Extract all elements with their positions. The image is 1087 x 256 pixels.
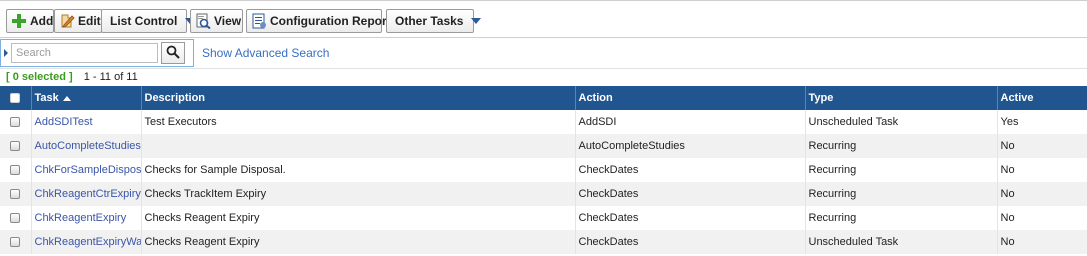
select-all-checkbox[interactable] bbox=[10, 93, 21, 104]
description-cell: Checks TrackItem Expiry bbox=[141, 182, 576, 206]
task-cell: ChkReagentCtrExpiry bbox=[31, 182, 142, 206]
list-control-dropdown[interactable]: List Control bbox=[101, 9, 196, 33]
description-cell: Checks Reagent Expiry bbox=[141, 206, 576, 230]
column-header-active[interactable]: Active bbox=[997, 86, 1087, 110]
active-cell: No bbox=[997, 230, 1087, 254]
task-link[interactable]: ChkReagentExpiry bbox=[35, 212, 127, 224]
row-checkbox[interactable] bbox=[10, 237, 21, 248]
description-cell: Checks for Sample Disposal. bbox=[141, 158, 576, 182]
action-cell: CheckDates bbox=[575, 182, 806, 206]
task-cell: ChkReagentExpiry bbox=[31, 206, 142, 230]
task-cell: AutoCompleteStudies bbox=[31, 134, 142, 158]
search-panel bbox=[0, 39, 194, 67]
other-tasks-label: Other Tasks bbox=[395, 14, 464, 28]
search-button[interactable] bbox=[161, 42, 185, 64]
row-checkbox-cell bbox=[0, 134, 32, 158]
row-checkbox-cell bbox=[0, 182, 32, 206]
edit-icon bbox=[59, 13, 75, 29]
column-header-description[interactable]: Description bbox=[141, 86, 576, 110]
table-header-row: Task Description Action Type Active bbox=[0, 86, 1087, 110]
active-cell: No bbox=[997, 134, 1087, 158]
row-checkbox[interactable] bbox=[10, 117, 21, 128]
task-cell: ChkReagentExpiryWarn bbox=[31, 230, 142, 254]
column-header-action-label: Action bbox=[578, 92, 613, 104]
column-header-type-label: Type bbox=[808, 92, 834, 104]
type-cell: Unscheduled Task bbox=[805, 230, 998, 254]
description-cell: Checks Reagent Expiry bbox=[141, 230, 576, 254]
task-link[interactable]: ChkReagentCtrExpiry bbox=[35, 188, 141, 200]
edit-label: Edit bbox=[78, 14, 101, 28]
action-cell: CheckDates bbox=[575, 158, 806, 182]
row-checkbox[interactable] bbox=[10, 213, 21, 224]
active-cell: No bbox=[997, 158, 1087, 182]
action-cell: CheckDates bbox=[575, 206, 806, 230]
chevron-down-icon bbox=[471, 18, 482, 24]
table-row[interactable]: ChkReagentCtrExpiry Checks TrackItem Exp… bbox=[0, 182, 1087, 206]
column-header-task[interactable]: Task bbox=[31, 86, 142, 110]
other-tasks-dropdown[interactable]: Other Tasks bbox=[386, 9, 482, 33]
table-row[interactable]: AutoCompleteStudies AutoCompleteStudies … bbox=[0, 134, 1087, 158]
column-header-description-label: Description bbox=[144, 92, 206, 104]
tasks-table: Task Description Action Type Active AddS… bbox=[0, 86, 1087, 254]
configuration-report-button[interactable]: Configuration Report bbox=[246, 9, 391, 33]
row-checkbox-cell bbox=[0, 206, 32, 230]
table-row[interactable]: AddSDITest Test Executors AddSDI Unsched… bbox=[0, 110, 1087, 134]
expand-arrow-icon[interactable] bbox=[4, 49, 8, 57]
edit-button[interactable]: Edit bbox=[54, 9, 102, 33]
row-checkbox[interactable] bbox=[10, 189, 21, 200]
task-cell: ChkForSampleDisposal bbox=[31, 158, 142, 182]
row-checkbox-cell bbox=[0, 110, 32, 134]
column-header-action[interactable]: Action bbox=[575, 86, 806, 110]
task-link[interactable]: AutoCompleteStudies bbox=[35, 140, 141, 152]
select-all-checkbox-cell[interactable] bbox=[0, 86, 32, 110]
report-icon bbox=[251, 13, 267, 29]
active-cell: Yes bbox=[997, 110, 1087, 134]
task-link[interactable]: ChkReagentExpiryWarn bbox=[35, 236, 141, 248]
sort-ascending-icon bbox=[62, 95, 71, 101]
search-input[interactable] bbox=[11, 43, 158, 63]
action-cell: AutoCompleteStudies bbox=[575, 134, 806, 158]
table-row[interactable]: ChkReagentExpiryWarn Checks Reagent Expi… bbox=[0, 230, 1087, 254]
row-checkbox-cell bbox=[0, 158, 32, 182]
action-cell: AddSDI bbox=[575, 110, 806, 134]
row-checkbox[interactable] bbox=[10, 165, 21, 176]
type-cell: Recurring bbox=[805, 206, 998, 230]
type-cell: Recurring bbox=[805, 182, 998, 206]
view-icon bbox=[195, 13, 211, 30]
column-header-active-label: Active bbox=[1000, 92, 1034, 104]
add-button[interactable]: Add bbox=[6, 9, 54, 33]
toolbar: Add Edit List Control View Configuration… bbox=[0, 0, 1087, 38]
type-cell: Unscheduled Task bbox=[805, 110, 998, 134]
search-bar: Show Advanced Search bbox=[0, 38, 1087, 69]
row-checkbox[interactable] bbox=[10, 141, 21, 152]
selection-status: [ 0 selected ] 1 - 11 of 11 bbox=[6, 71, 138, 85]
show-advanced-search-link[interactable]: Show Advanced Search bbox=[202, 46, 329, 60]
column-header-type[interactable]: Type bbox=[805, 86, 998, 110]
task-cell: AddSDITest bbox=[31, 110, 142, 134]
table-row[interactable]: ChkReagentExpiry Checks Reagent Expiry C… bbox=[0, 206, 1087, 230]
plus-icon bbox=[11, 13, 27, 29]
active-cell: No bbox=[997, 206, 1087, 230]
table-row[interactable]: ChkForSampleDisposal Checks for Sample D… bbox=[0, 158, 1087, 182]
add-label: Add bbox=[30, 14, 54, 28]
configuration-report-label: Configuration Report bbox=[270, 14, 391, 28]
description-cell bbox=[141, 134, 576, 158]
type-cell: Recurring bbox=[805, 158, 998, 182]
list-control-label: List Control bbox=[110, 14, 178, 28]
column-header-task-label: Task bbox=[34, 92, 59, 104]
description-cell: Test Executors bbox=[141, 110, 576, 134]
action-cell: CheckDates bbox=[575, 230, 806, 254]
task-link[interactable]: AddSDITest bbox=[35, 116, 93, 128]
selected-count: [ 0 selected ] bbox=[6, 71, 73, 83]
row-checkbox-cell bbox=[0, 230, 32, 254]
record-range: 1 - 11 of 11 bbox=[83, 71, 138, 83]
task-link[interactable]: ChkForSampleDisposal bbox=[35, 164, 141, 176]
view-label: View bbox=[214, 14, 242, 28]
magnifier-icon bbox=[166, 45, 180, 62]
type-cell: Recurring bbox=[805, 134, 998, 158]
view-button[interactable]: View bbox=[190, 9, 243, 33]
active-cell: No bbox=[997, 182, 1087, 206]
